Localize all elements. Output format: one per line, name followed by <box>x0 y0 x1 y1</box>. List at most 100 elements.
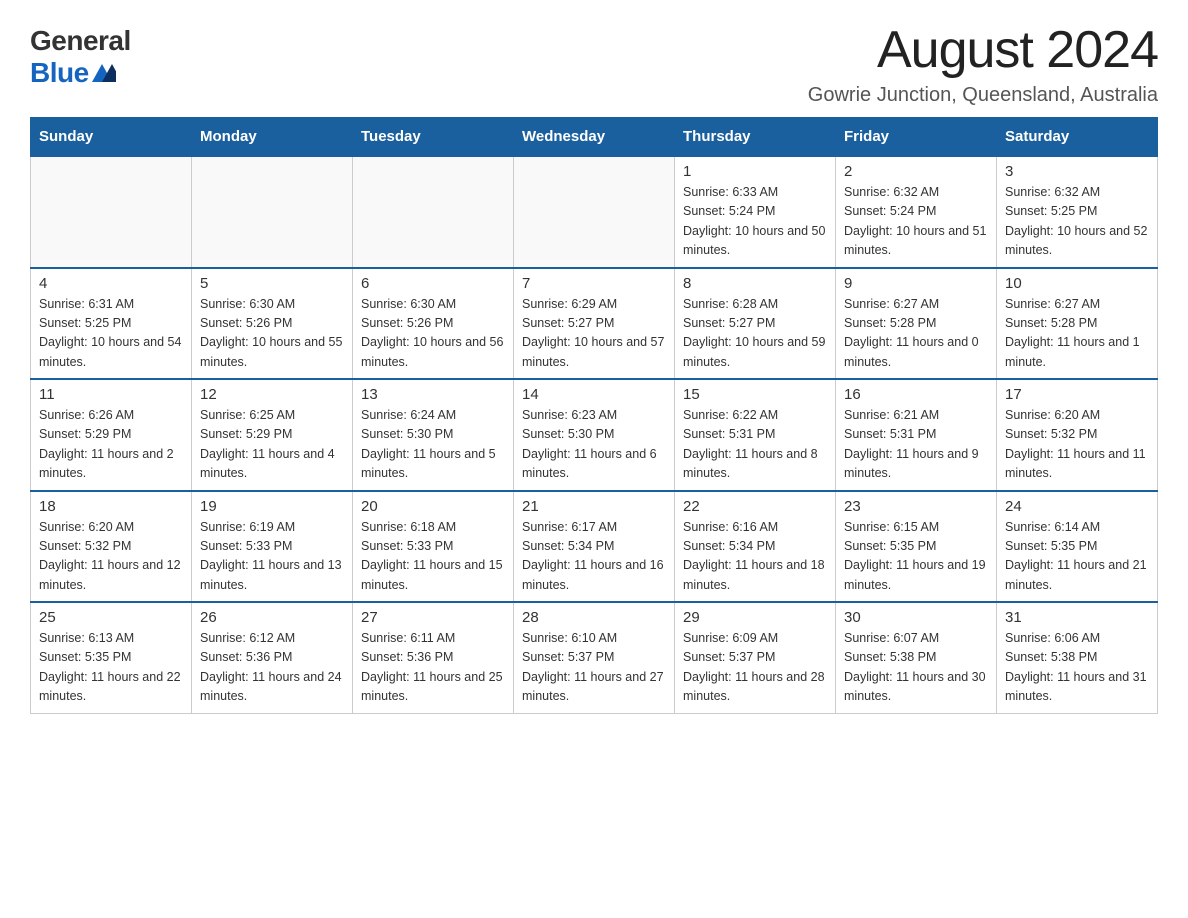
day-number: 10 <box>1005 275 1149 292</box>
day-detail: Sunrise: 6:27 AMSunset: 5:28 PMDaylight:… <box>844 295 988 373</box>
calendar-cell: 23Sunrise: 6:15 AMSunset: 5:35 PMDayligh… <box>836 491 997 603</box>
calendar-cell: 2 Sunrise: 6:32 AMSunset: 5:24 PMDaylight… <box>836 156 997 268</box>
day-number: 1 <box>683 163 827 180</box>
day-number: 6 <box>361 275 505 292</box>
calendar-cell: 16 Sunrise: 6:21 AMSunset: 5:31 PMDayligh… <box>836 379 997 491</box>
logo: General Blue <box>30 25 131 89</box>
title-area: August 2024 Gowrie Junction, Queensland,… <box>808 20 1158 107</box>
logo-icon <box>92 64 116 82</box>
day-number: 21 <box>522 498 666 515</box>
calendar-cell: 25Sunrise: 6:13 AMSunset: 5:35 PMDayligh… <box>31 602 192 713</box>
calendar-cell: 1 Sunrise: 6:33 AMSunset: 5:24 PMDaylight… <box>675 156 836 268</box>
weekday-header-wednesday: Wednesday <box>514 118 675 157</box>
day-number: 30 <box>844 609 988 626</box>
calendar-cell: 31 Sunrise: 6:06 AMSunset: 5:38 PMDayligh… <box>997 602 1158 713</box>
location-subtitle: Gowrie Junction, Queensland, Australia <box>808 84 1158 107</box>
day-detail: Sunrise: 6:23 AMSunset: 5:30 PMDaylight:… <box>522 406 666 484</box>
calendar-cell: 21 Sunrise: 6:17 AMSunset: 5:34 PMDayligh… <box>514 491 675 603</box>
day-detail: Sunrise: 6:06 AMSunset: 5:38 PMDaylight:… <box>1005 629 1149 707</box>
day-number: 15 <box>683 386 827 403</box>
logo-general-text: General <box>30 25 131 57</box>
calendar-cell: 9 Sunrise: 6:27 AMSunset: 5:28 PMDaylight… <box>836 268 997 380</box>
day-detail: Sunrise: 6:22 AMSunset: 5:31 PMDaylight:… <box>683 406 827 484</box>
logo-blue-text: Blue <box>30 57 116 89</box>
calendar-cell: 7Sunrise: 6:29 AMSunset: 5:27 PMDaylight… <box>514 268 675 380</box>
day-number: 19 <box>200 498 344 515</box>
day-number: 14 <box>522 386 666 403</box>
calendar-cell: 26Sunrise: 6:12 AMSunset: 5:36 PMDayligh… <box>192 602 353 713</box>
day-number: 8 <box>683 275 827 292</box>
calendar-cell: 3 Sunrise: 6:32 AMSunset: 5:25 PMDaylight… <box>997 156 1158 268</box>
weekday-header-monday: Monday <box>192 118 353 157</box>
calendar-cell: 20Sunrise: 6:18 AMSunset: 5:33 PMDayligh… <box>353 491 514 603</box>
day-detail: Sunrise: 6:17 AMSunset: 5:34 PMDaylight:… <box>522 518 666 596</box>
day-detail: Sunrise: 6:32 AMSunset: 5:24 PMDaylight:… <box>844 183 988 261</box>
calendar-cell: 24 Sunrise: 6:14 AMSunset: 5:35 PMDayligh… <box>997 491 1158 603</box>
month-year-title: August 2024 <box>808 20 1158 80</box>
weekday-header-row: SundayMondayTuesdayWednesdayThursdayFrid… <box>31 118 1158 157</box>
day-detail: Sunrise: 6:32 AMSunset: 5:25 PMDaylight:… <box>1005 183 1149 261</box>
day-detail: Sunrise: 6:28 AMSunset: 5:27 PMDaylight:… <box>683 295 827 373</box>
day-number: 4 <box>39 275 183 292</box>
day-number: 18 <box>39 498 183 515</box>
calendar-cell: 27 Sunrise: 6:11 AMSunset: 5:36 PMDayligh… <box>353 602 514 713</box>
calendar-cell <box>31 156 192 268</box>
calendar-cell: 11 Sunrise: 6:26 AMSunset: 5:29 PMDayligh… <box>31 379 192 491</box>
day-detail: Sunrise: 6:31 AMSunset: 5:25 PMDaylight:… <box>39 295 183 373</box>
weekday-header-thursday: Thursday <box>675 118 836 157</box>
day-number: 2 <box>844 163 988 180</box>
day-number: 24 <box>1005 498 1149 515</box>
day-number: 5 <box>200 275 344 292</box>
day-detail: Sunrise: 6:26 AMSunset: 5:29 PMDaylight:… <box>39 406 183 484</box>
calendar-week-row: 4 Sunrise: 6:31 AMSunset: 5:25 PMDaylight… <box>31 268 1158 380</box>
calendar-cell: 12Sunrise: 6:25 AMSunset: 5:29 PMDayligh… <box>192 379 353 491</box>
calendar-week-row: 1 Sunrise: 6:33 AMSunset: 5:24 PMDaylight… <box>31 156 1158 268</box>
calendar-cell: 19 Sunrise: 6:19 AMSunset: 5:33 PMDayligh… <box>192 491 353 603</box>
day-detail: Sunrise: 6:09 AMSunset: 5:37 PMDaylight:… <box>683 629 827 707</box>
day-detail: Sunrise: 6:21 AMSunset: 5:31 PMDaylight:… <box>844 406 988 484</box>
day-detail: Sunrise: 6:12 AMSunset: 5:36 PMDaylight:… <box>200 629 344 707</box>
calendar-cell: 29 Sunrise: 6:09 AMSunset: 5:37 PMDayligh… <box>675 602 836 713</box>
day-detail: Sunrise: 6:11 AMSunset: 5:36 PMDaylight:… <box>361 629 505 707</box>
day-number: 29 <box>683 609 827 626</box>
day-number: 23 <box>844 498 988 515</box>
day-number: 20 <box>361 498 505 515</box>
calendar-cell: 13 Sunrise: 6:24 AMSunset: 5:30 PMDayligh… <box>353 379 514 491</box>
calendar-week-row: 11 Sunrise: 6:26 AMSunset: 5:29 PMDayligh… <box>31 379 1158 491</box>
calendar-cell: 4 Sunrise: 6:31 AMSunset: 5:25 PMDaylight… <box>31 268 192 380</box>
day-detail: Sunrise: 6:14 AMSunset: 5:35 PMDaylight:… <box>1005 518 1149 596</box>
day-detail: Sunrise: 6:20 AMSunset: 5:32 PMDaylight:… <box>1005 406 1149 484</box>
day-number: 31 <box>1005 609 1149 626</box>
calendar-cell: 18 Sunrise: 6:20 AMSunset: 5:32 PMDayligh… <box>31 491 192 603</box>
calendar-table: SundayMondayTuesdayWednesdayThursdayFrid… <box>30 117 1158 714</box>
day-detail: Sunrise: 6:20 AMSunset: 5:32 PMDaylight:… <box>39 518 183 596</box>
calendar-cell: 10 Sunrise: 6:27 AMSunset: 5:28 PMDayligh… <box>997 268 1158 380</box>
calendar-cell: 14 Sunrise: 6:23 AMSunset: 5:30 PMDayligh… <box>514 379 675 491</box>
day-detail: Sunrise: 6:19 AMSunset: 5:33 PMDaylight:… <box>200 518 344 596</box>
day-detail: Sunrise: 6:24 AMSunset: 5:30 PMDaylight:… <box>361 406 505 484</box>
day-detail: Sunrise: 6:30 AMSunset: 5:26 PMDaylight:… <box>200 295 344 373</box>
day-number: 9 <box>844 275 988 292</box>
day-detail: Sunrise: 6:33 AMSunset: 5:24 PMDaylight:… <box>683 183 827 261</box>
calendar-cell <box>353 156 514 268</box>
calendar-week-row: 25Sunrise: 6:13 AMSunset: 5:35 PMDayligh… <box>31 602 1158 713</box>
header: General Blue August 2024 Gowrie Junction… <box>30 20 1158 107</box>
day-detail: Sunrise: 6:10 AMSunset: 5:37 PMDaylight:… <box>522 629 666 707</box>
weekday-header-friday: Friday <box>836 118 997 157</box>
day-number: 16 <box>844 386 988 403</box>
day-detail: Sunrise: 6:27 AMSunset: 5:28 PMDaylight:… <box>1005 295 1149 373</box>
day-detail: Sunrise: 6:07 AMSunset: 5:38 PMDaylight:… <box>844 629 988 707</box>
day-number: 22 <box>683 498 827 515</box>
day-number: 27 <box>361 609 505 626</box>
day-number: 13 <box>361 386 505 403</box>
day-number: 25 <box>39 609 183 626</box>
calendar-cell: 30 Sunrise: 6:07 AMSunset: 5:38 PMDayligh… <box>836 602 997 713</box>
calendar-cell <box>192 156 353 268</box>
calendar-cell: 6 Sunrise: 6:30 AMSunset: 5:26 PMDaylight… <box>353 268 514 380</box>
day-number: 3 <box>1005 163 1149 180</box>
day-number: 11 <box>39 386 183 403</box>
calendar-cell: 22Sunrise: 6:16 AMSunset: 5:34 PMDayligh… <box>675 491 836 603</box>
calendar-cell: 28Sunrise: 6:10 AMSunset: 5:37 PMDayligh… <box>514 602 675 713</box>
day-number: 17 <box>1005 386 1149 403</box>
day-detail: Sunrise: 6:30 AMSunset: 5:26 PMDaylight:… <box>361 295 505 373</box>
